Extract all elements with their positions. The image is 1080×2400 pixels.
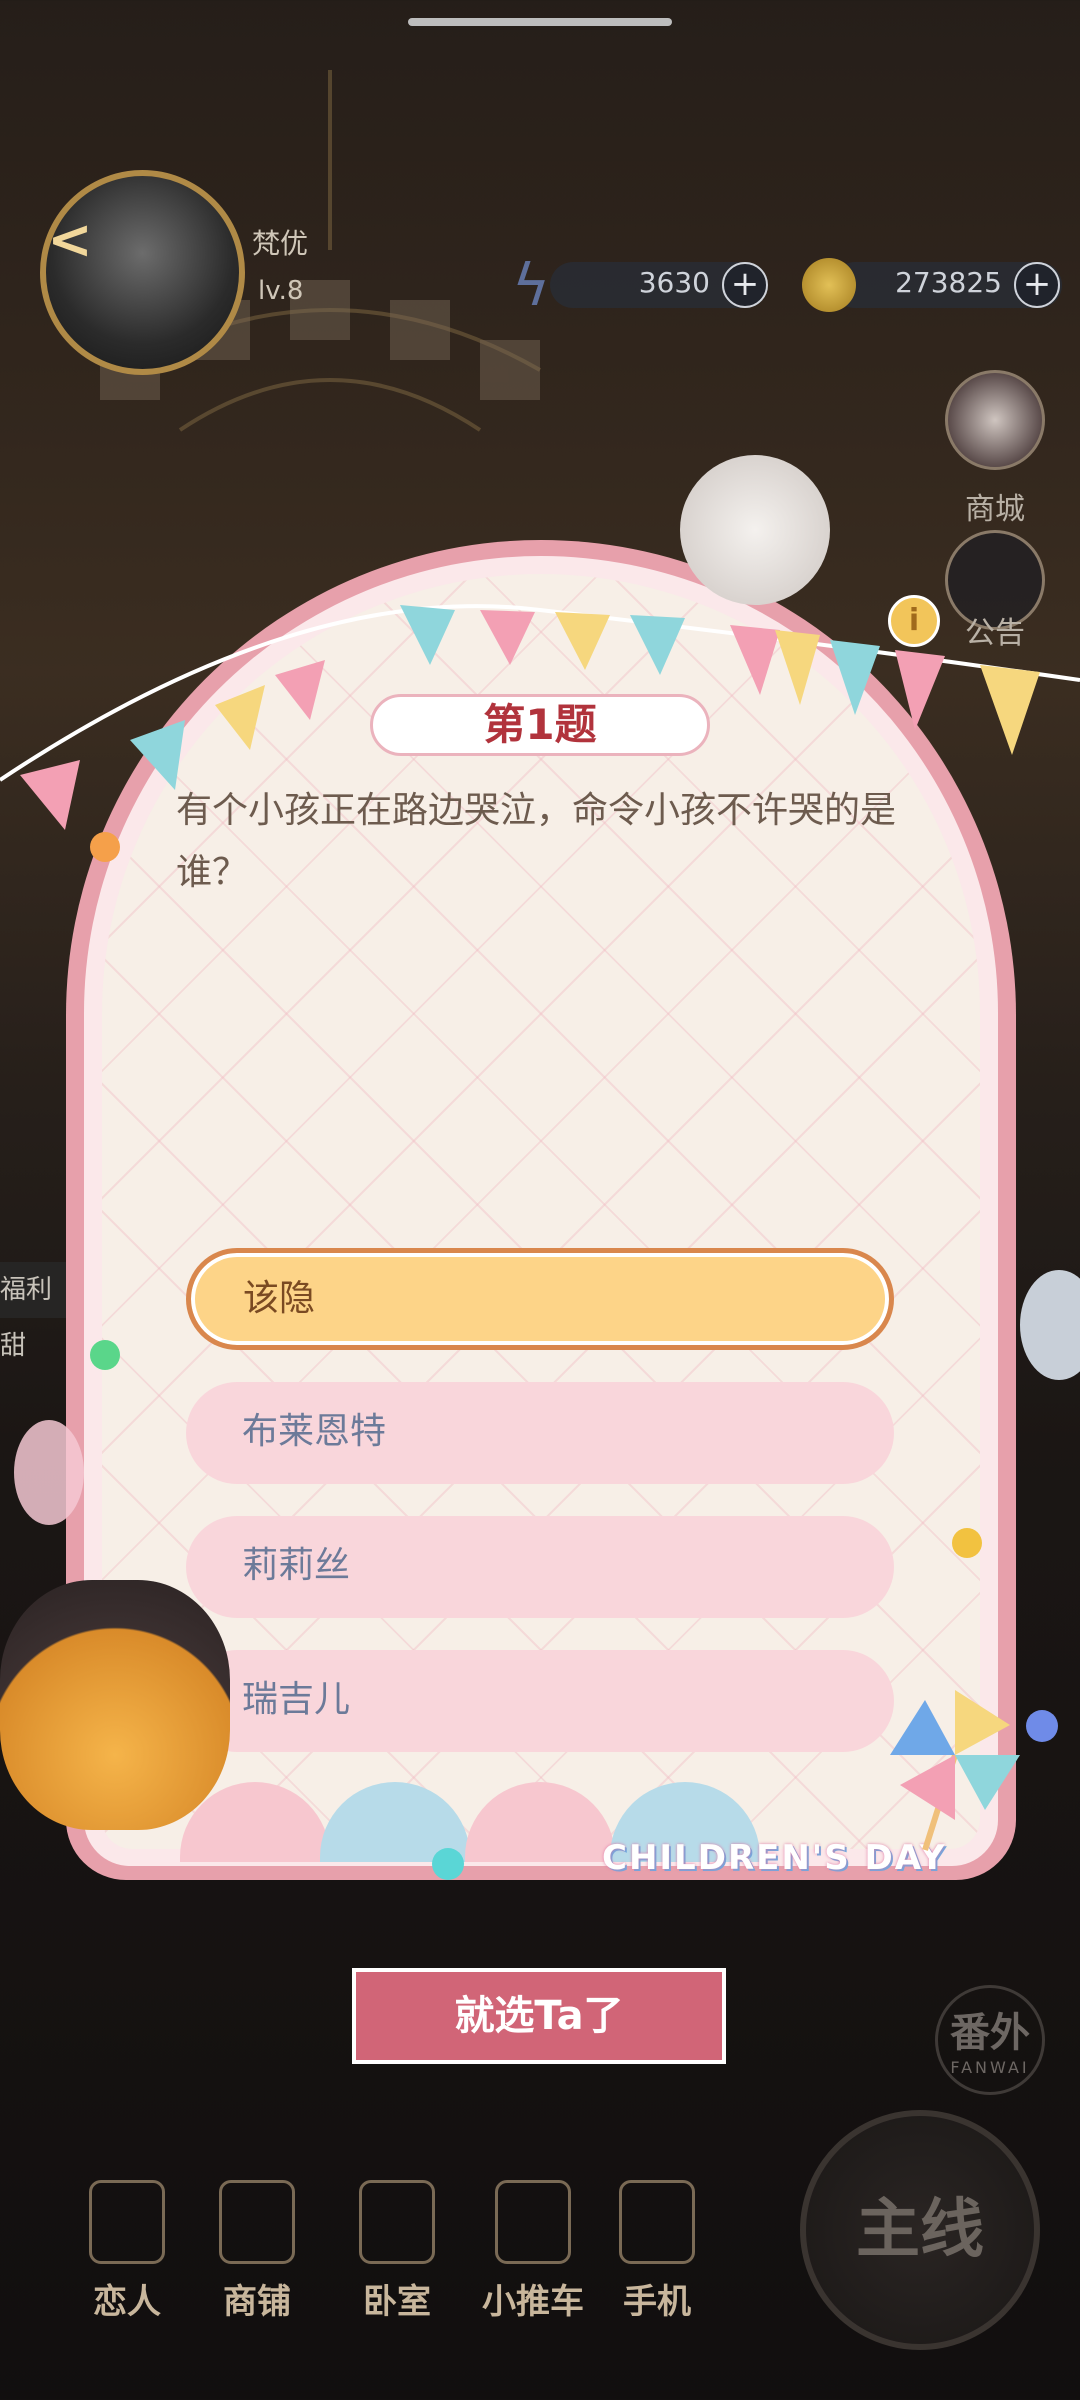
confetti-dot: [1026, 1710, 1058, 1742]
coin-icon: [802, 258, 856, 312]
nav-item-lover[interactable]: 恋人: [72, 2180, 182, 2323]
lover-icon: [89, 2180, 165, 2264]
nav-label: 商铺: [223, 2282, 291, 2322]
nav-item-cart[interactable]: 小推车: [478, 2180, 588, 2323]
answer-option-label: 布莱恩特: [242, 1411, 387, 1452]
add-coin-button[interactable]: +: [1014, 262, 1060, 308]
extra-story-sublabel: FANWAI: [950, 2058, 1030, 2077]
main-story-label[interactable]: 主线: [800, 2110, 1040, 2350]
answer-option-label: 该隐: [243, 1278, 316, 1319]
welfare-tag[interactable]: 福利甜: [0, 1262, 70, 1361]
player-avatar[interactable]: [40, 170, 245, 375]
answer-option-2[interactable]: 布莱恩特: [186, 1382, 894, 1484]
pinwheel-decoration: [890, 1690, 1020, 1851]
back-arrow-icon[interactable]: <: [40, 210, 100, 270]
nav-item-shop[interactable]: 商铺: [202, 2180, 312, 2323]
home-indicator: [408, 18, 672, 26]
confirm-answer-label[interactable]: 就选Ta了: [352, 1968, 726, 2064]
extra-story-label[interactable]: 番外: [935, 2000, 1045, 2058]
nav-label: 卧室: [363, 2282, 431, 2322]
nav-label: 恋人: [93, 2282, 161, 2322]
nav-item-bedroom[interactable]: 卧室: [342, 2180, 452, 2323]
answer-option-label: 瑞吉儿: [242, 1679, 351, 1720]
nav-item-phone[interactable]: 手机: [602, 2180, 712, 2323]
player-name: 梵优: [252, 227, 309, 260]
energy-value: 3630: [638, 266, 710, 299]
cart-icon: [495, 2180, 571, 2264]
shopping-bag-icon: [219, 2180, 295, 2264]
confetti-dot: [952, 1528, 982, 1558]
shop-label[interactable]: 商城: [940, 484, 1050, 528]
chibi-character-decoration: [680, 455, 830, 605]
answer-option-label: 莉莉丝: [242, 1545, 351, 1586]
chibi-pudding-decoration: [0, 1580, 230, 1830]
confetti-dot: [90, 832, 120, 862]
shop-avatar-icon[interactable]: [945, 370, 1045, 470]
bedroom-icon: [359, 2180, 435, 2264]
answer-option-4[interactable]: 瑞吉儿: [186, 1650, 894, 1752]
question-text: 有个小孩正在路边哭泣，命令小孩不许哭的是谁？: [176, 790, 897, 893]
lightning-icon: ϟ: [512, 251, 551, 319]
phone-icon: [619, 2180, 695, 2264]
coin-value: 273825: [895, 266, 1002, 299]
answer-option-3[interactable]: 莉莉丝: [186, 1516, 894, 1618]
confetti-dot: [432, 1848, 464, 1880]
balloon-decoration: [14, 1420, 84, 1525]
nav-label: 小推车: [482, 2282, 584, 2322]
player-level: lv.8: [258, 276, 304, 306]
add-energy-button[interactable]: +: [722, 262, 768, 308]
answer-option-1[interactable]: 该隐: [186, 1248, 894, 1350]
question-number-title: 第1题: [483, 700, 597, 749]
info-icon[interactable]: i: [888, 595, 940, 647]
confetti-dot: [90, 1340, 120, 1370]
nav-label: 手机: [623, 2282, 691, 2322]
